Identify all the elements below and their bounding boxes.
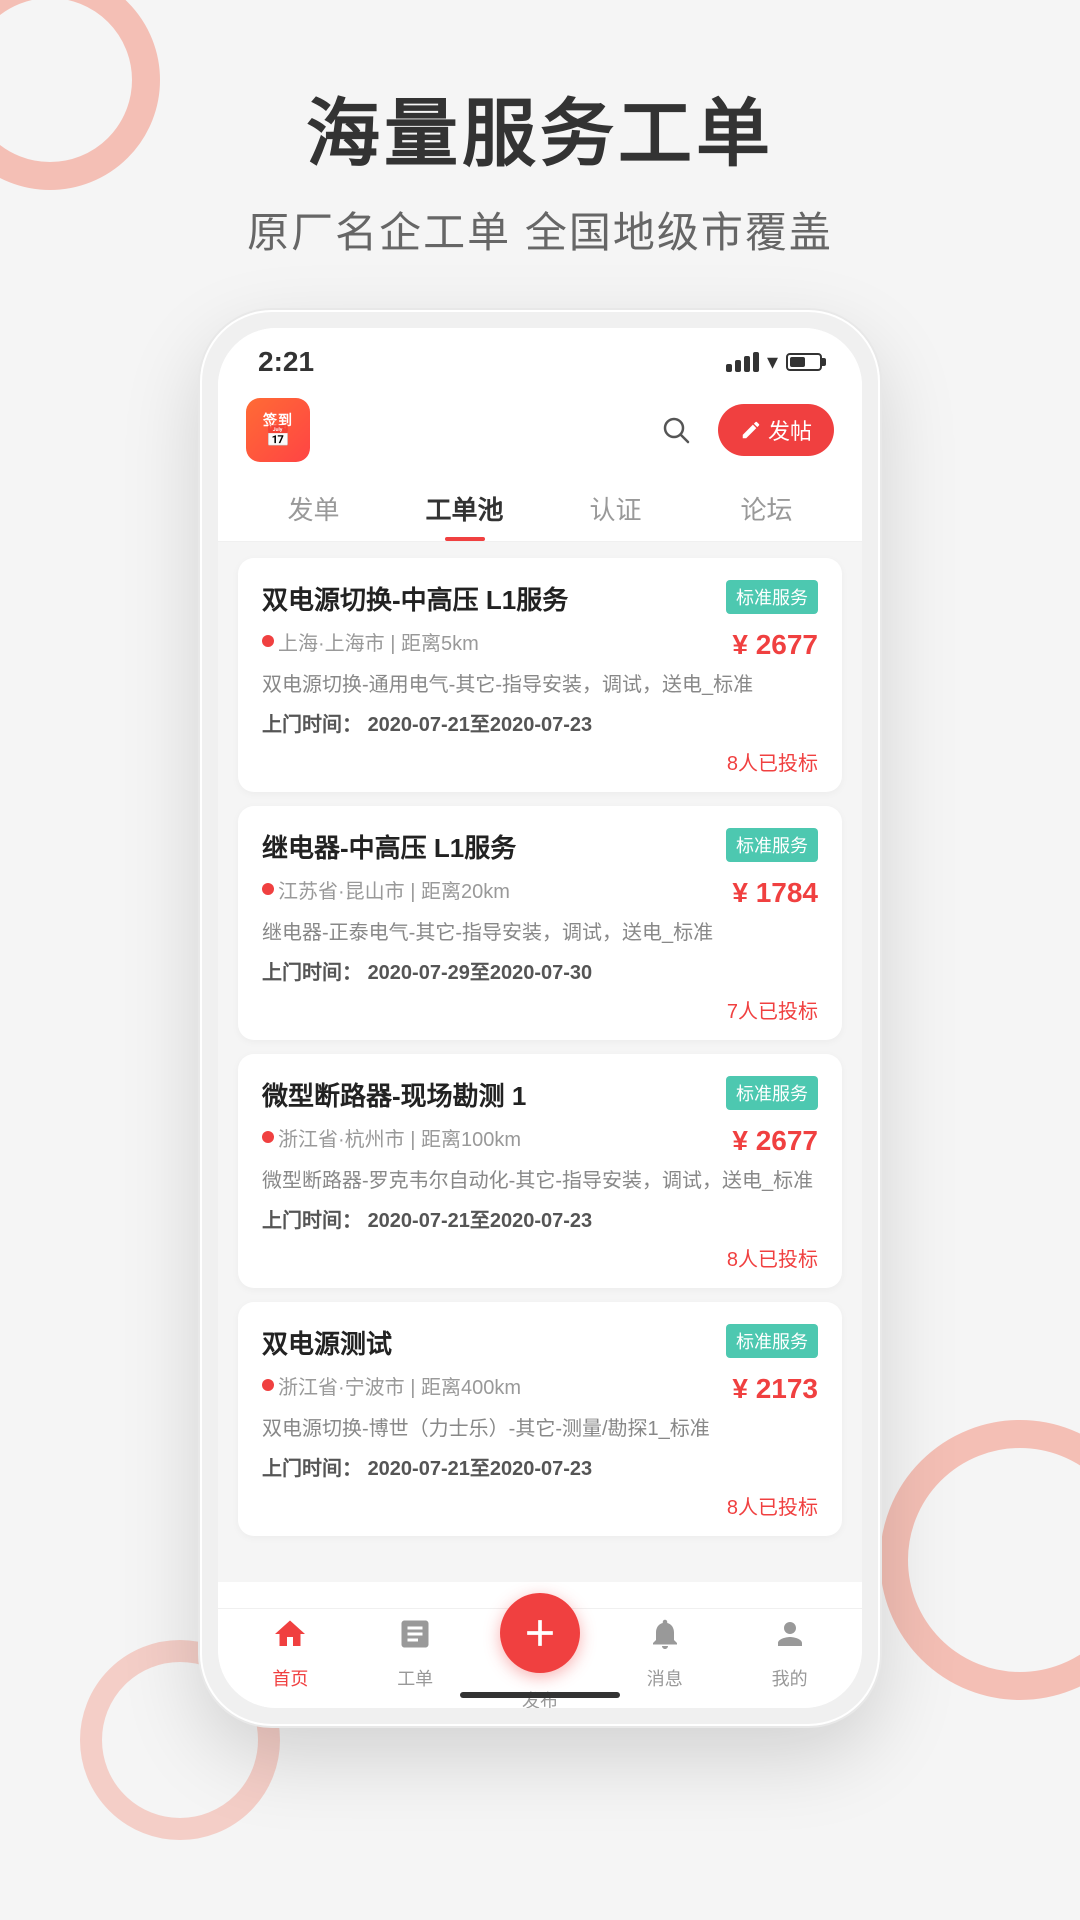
page-title: 海量服务工单 (0, 90, 1080, 179)
card-2-info-row: 江苏省·昆山市 | 距离20km ¥ 1784 (262, 875, 818, 912)
status-time: 2:21 (258, 346, 314, 378)
tab-faidan[interactable]: 发单 (238, 472, 389, 541)
signal-icon (726, 352, 759, 372)
card-2-bid-count: 7人已投标 (262, 995, 818, 1024)
content-area: 双电源切换-中高压 L1服务 标准服务 上海·上海市 | 距离5km ¥ 267… (218, 542, 862, 1582)
card-1-info-row: 上海·上海市 | 距离5km ¥ 2677 (262, 627, 818, 664)
home-icon (272, 1616, 308, 1661)
work-order-card-2[interactable]: 继电器-中高压 L1服务 标准服务 江苏省·昆山市 | 距离20km ¥ 178… (238, 806, 842, 1040)
tab-luntan[interactable]: 论坛 (691, 472, 842, 541)
tab-renzheng[interactable]: 认证 (540, 472, 691, 541)
card-1-title: 双电源切换-中高压 L1服务 (262, 580, 716, 617)
card-1-time: 上门时间： 2020-07-21至2020-07-23 (262, 708, 818, 737)
fab-publish-button[interactable] (500, 1593, 580, 1673)
work-order-card-3[interactable]: 微型断路器-现场勘测 1 标准服务 浙江省·杭州市 | 距离100km ¥ 26… (238, 1054, 842, 1288)
card-1-header: 双电源切换-中高压 L1服务 标准服务 (262, 580, 818, 617)
post-label: 发帖 (768, 414, 812, 446)
app-logo[interactable]: 签到 📅 (246, 398, 310, 462)
logo-icon: 📅 (266, 427, 291, 447)
status-bar: 2:21 ▾ (218, 328, 862, 388)
card-4-bid-count: 8人已投标 (262, 1491, 818, 1520)
tab-gongdanchi[interactable]: 工单池 (389, 472, 540, 541)
work-order-card-1[interactable]: 双电源切换-中高压 L1服务 标准服务 上海·上海市 | 距离5km ¥ 267… (238, 558, 842, 792)
card-3-header: 微型断路器-现场勘测 1 标准服务 (262, 1076, 818, 1113)
card-2-header: 继电器-中高压 L1服务 标准服务 (262, 828, 818, 865)
card-2-price: ¥ 1784 (732, 877, 818, 909)
home-indicator (460, 1692, 620, 1698)
card-2-badge: 标准服务 (726, 828, 818, 862)
card-4-price: ¥ 2173 (732, 1373, 818, 1405)
header-right: 发帖 (654, 404, 834, 456)
nav-messages-label: 消息 (647, 1665, 683, 1691)
post-button[interactable]: 发帖 (718, 404, 834, 456)
list-icon (397, 1616, 433, 1661)
card-3-badge: 标准服务 (726, 1076, 818, 1110)
search-button[interactable] (654, 408, 698, 452)
app-header: 签到 📅 发帖 (218, 388, 862, 472)
wifi-icon: ▾ (767, 349, 778, 375)
phone-wrapper: 2:21 ▾ 签到 📅 (0, 310, 1080, 1726)
location-dot-icon (262, 883, 274, 895)
location-dot-icon (262, 1131, 274, 1143)
card-2-location: 江苏省·昆山市 | 距离20km (262, 875, 510, 904)
card-3-price: ¥ 2677 (732, 1125, 818, 1157)
card-2-time: 上门时间： 2020-07-29至2020-07-30 (262, 956, 818, 985)
nav-publish[interactable]: 发布 (478, 1593, 603, 1708)
card-1-price: ¥ 2677 (732, 629, 818, 661)
card-4-info-row: 浙江省·宁波市 | 距离400km ¥ 2173 (262, 1371, 818, 1408)
nav-orders-label: 工单 (397, 1665, 433, 1691)
nav-profile-label: 我的 (772, 1665, 808, 1691)
card-1-bid-count: 8人已投标 (262, 747, 818, 776)
card-2-title: 继电器-中高压 L1服务 (262, 828, 716, 865)
location-dot-icon (262, 1379, 274, 1391)
nav-home[interactable]: 首页 (228, 1616, 353, 1691)
card-4-badge: 标准服务 (726, 1324, 818, 1358)
card-1-description: 双电源切换-通用电气-其它-指导安装，调试，送电_标准 (262, 670, 818, 700)
nav-messages[interactable]: 消息 (602, 1616, 727, 1691)
phone-screen: 2:21 ▾ 签到 📅 (218, 328, 862, 1708)
work-order-card-4[interactable]: 双电源测试 标准服务 浙江省·宁波市 | 距离400km ¥ 2173 双电源切… (238, 1302, 842, 1536)
page-header: 海量服务工单 原厂名企工单 全国地级市覆盖 (0, 0, 1080, 310)
card-4-location: 浙江省·宁波市 | 距离400km (262, 1371, 521, 1400)
phone-mockup: 2:21 ▾ 签到 📅 (200, 310, 880, 1726)
status-icons: ▾ (726, 349, 822, 375)
card-3-info-row: 浙江省·杭州市 | 距离100km ¥ 2677 (262, 1123, 818, 1160)
card-4-title: 双电源测试 (262, 1324, 716, 1361)
card-3-description: 微型断路器-罗克韦尔自动化-其它-指导安装，调试，送电_标准 (262, 1166, 818, 1196)
card-2-description: 继电器-正泰电气-其它-指导安装，调试，送电_标准 (262, 918, 818, 948)
location-dot-icon (262, 635, 274, 647)
card-4-description: 双电源切换-博世（力士乐）-其它-测量/勘探1_标准 (262, 1414, 818, 1444)
card-4-time: 上门时间： 2020-07-21至2020-07-23 (262, 1452, 818, 1481)
bell-icon (647, 1616, 683, 1661)
logo-top-text: 签到 (263, 413, 293, 427)
nav-home-label: 首页 (272, 1665, 308, 1691)
card-3-bid-count: 8人已投标 (262, 1243, 818, 1272)
nav-orders[interactable]: 工单 (353, 1616, 478, 1691)
nav-profile[interactable]: 我的 (727, 1616, 852, 1691)
user-icon (772, 1616, 808, 1661)
battery-icon (786, 353, 822, 371)
card-1-location: 上海·上海市 | 距离5km (262, 627, 479, 656)
card-3-title: 微型断路器-现场勘测 1 (262, 1076, 716, 1113)
card-3-time: 上门时间： 2020-07-21至2020-07-23 (262, 1204, 818, 1233)
card-1-badge: 标准服务 (726, 580, 818, 614)
page-subtitle: 原厂名企工单 全国地级市覆盖 (0, 199, 1080, 260)
card-3-location: 浙江省·杭州市 | 距离100km (262, 1123, 521, 1152)
card-4-header: 双电源测试 标准服务 (262, 1324, 818, 1361)
nav-tabs: 发单 工单池 认证 论坛 (218, 472, 862, 542)
